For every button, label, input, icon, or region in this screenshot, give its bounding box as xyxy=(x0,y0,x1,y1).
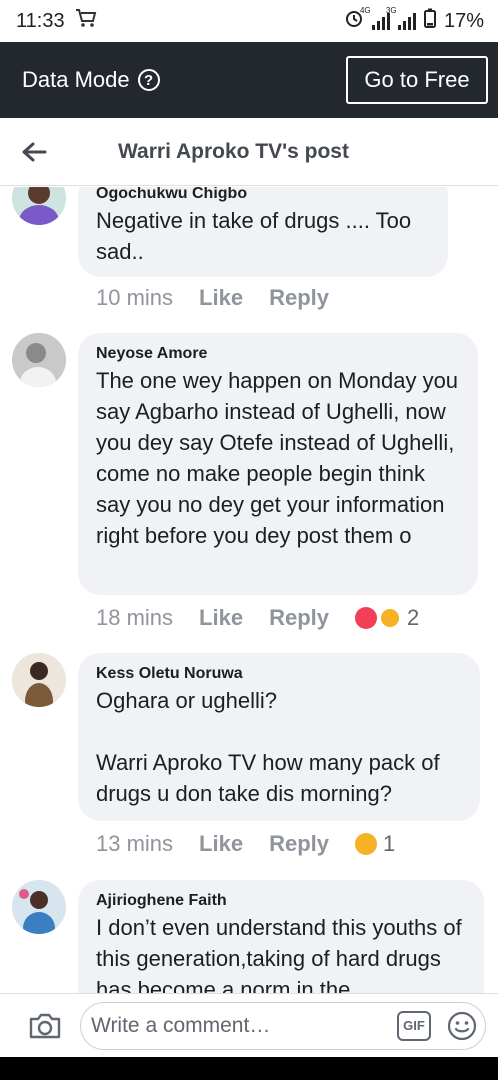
reaction-summary[interactable]: 1 xyxy=(355,831,395,857)
back-arrow-icon[interactable] xyxy=(0,118,68,186)
network-type-2: 3G xyxy=(385,6,397,15)
avatar[interactable] xyxy=(12,333,66,387)
data-mode-bar: Data Mode ? Go to Free xyxy=(0,42,498,118)
comment-bubble: Neyose Amore The one wey happen on Monda… xyxy=(78,333,478,595)
comment-text: Oghara or ughelli? Warri Aproko TV how m… xyxy=(96,688,440,806)
battery-percent: 17% xyxy=(443,9,484,32)
comment-text: Negative in take of drugs .... Too sad.. xyxy=(96,208,412,264)
comment-bubble: Ajirioghene Faith I don’t even understan… xyxy=(78,880,484,993)
data-mode-label: Data Mode xyxy=(22,67,130,92)
like-button[interactable]: Like xyxy=(199,831,243,857)
post-header: Warri Aproko TV's post xyxy=(0,118,498,186)
comment-text: The one wey happen on Monday you say Agb… xyxy=(96,368,459,548)
comment-meta: 18 mins Like Reply 2 xyxy=(96,605,419,631)
comment-author[interactable]: Neyose Amore xyxy=(96,343,460,365)
reply-button[interactable]: Reply xyxy=(269,605,329,631)
comment-meta: 13 mins Like Reply 1 xyxy=(96,831,395,857)
comment-author[interactable]: Ajirioghene Faith xyxy=(96,890,466,912)
comment-bubble: Ogochukwu Chigbo Negative in take of dru… xyxy=(78,187,448,277)
comment-author[interactable]: Kess Oletu Noruwa xyxy=(96,663,462,685)
battery-icon xyxy=(423,8,436,34)
reaction-count: 2 xyxy=(407,605,420,630)
like-button[interactable]: Like xyxy=(199,285,243,311)
gif-button[interactable]: GIF xyxy=(397,1010,431,1041)
go-to-free-button[interactable]: Go to Free xyxy=(346,56,488,104)
love-reaction-icon xyxy=(355,607,377,629)
comment-author[interactable]: Ogochukwu Chigbo xyxy=(96,187,430,205)
comment-list: Ogochukwu Chigbo Negative in take of dru… xyxy=(0,187,498,993)
reply-button[interactable]: Reply xyxy=(269,285,329,311)
reaction-count: 1 xyxy=(383,831,396,856)
comment-text: I don’t even understand this youths of t… xyxy=(96,915,462,993)
haha-reaction-icon xyxy=(355,833,377,855)
emoji-icon[interactable] xyxy=(445,1009,479,1043)
signal-icon-2: 3G xyxy=(386,6,416,30)
avatar[interactable] xyxy=(12,880,66,934)
system-nav-bar xyxy=(0,1057,498,1080)
comment-bubble: Kess Oletu Noruwa Oghara or ughelli? War… xyxy=(78,653,480,821)
status-bar: 11:33 4G 3G 17% xyxy=(0,0,498,42)
comment-meta: 10 mins Like Reply xyxy=(96,285,355,311)
page-title: Warri Aproko TV's post xyxy=(118,139,349,163)
comment-composer: GIF xyxy=(0,993,498,1057)
reply-button[interactable]: Reply xyxy=(269,831,329,857)
network-type-1: 4G xyxy=(359,6,371,15)
comment-input-wrapper: GIF xyxy=(80,1001,486,1050)
reaction-summary[interactable]: 2 xyxy=(355,605,419,631)
like-button[interactable]: Like xyxy=(199,605,243,631)
avatar[interactable] xyxy=(12,187,66,225)
comment-time: 13 mins xyxy=(96,831,174,856)
help-icon[interactable]: ? xyxy=(137,69,160,91)
haha-reaction-icon xyxy=(379,607,401,629)
comment-input[interactable] xyxy=(91,1013,397,1038)
avatar[interactable] xyxy=(12,653,66,707)
camera-icon[interactable] xyxy=(24,1005,66,1047)
comment-time: 18 mins xyxy=(96,605,174,630)
comment-time: 10 mins xyxy=(96,285,174,310)
cart-icon xyxy=(75,8,97,34)
status-time: 11:33 xyxy=(16,9,65,32)
